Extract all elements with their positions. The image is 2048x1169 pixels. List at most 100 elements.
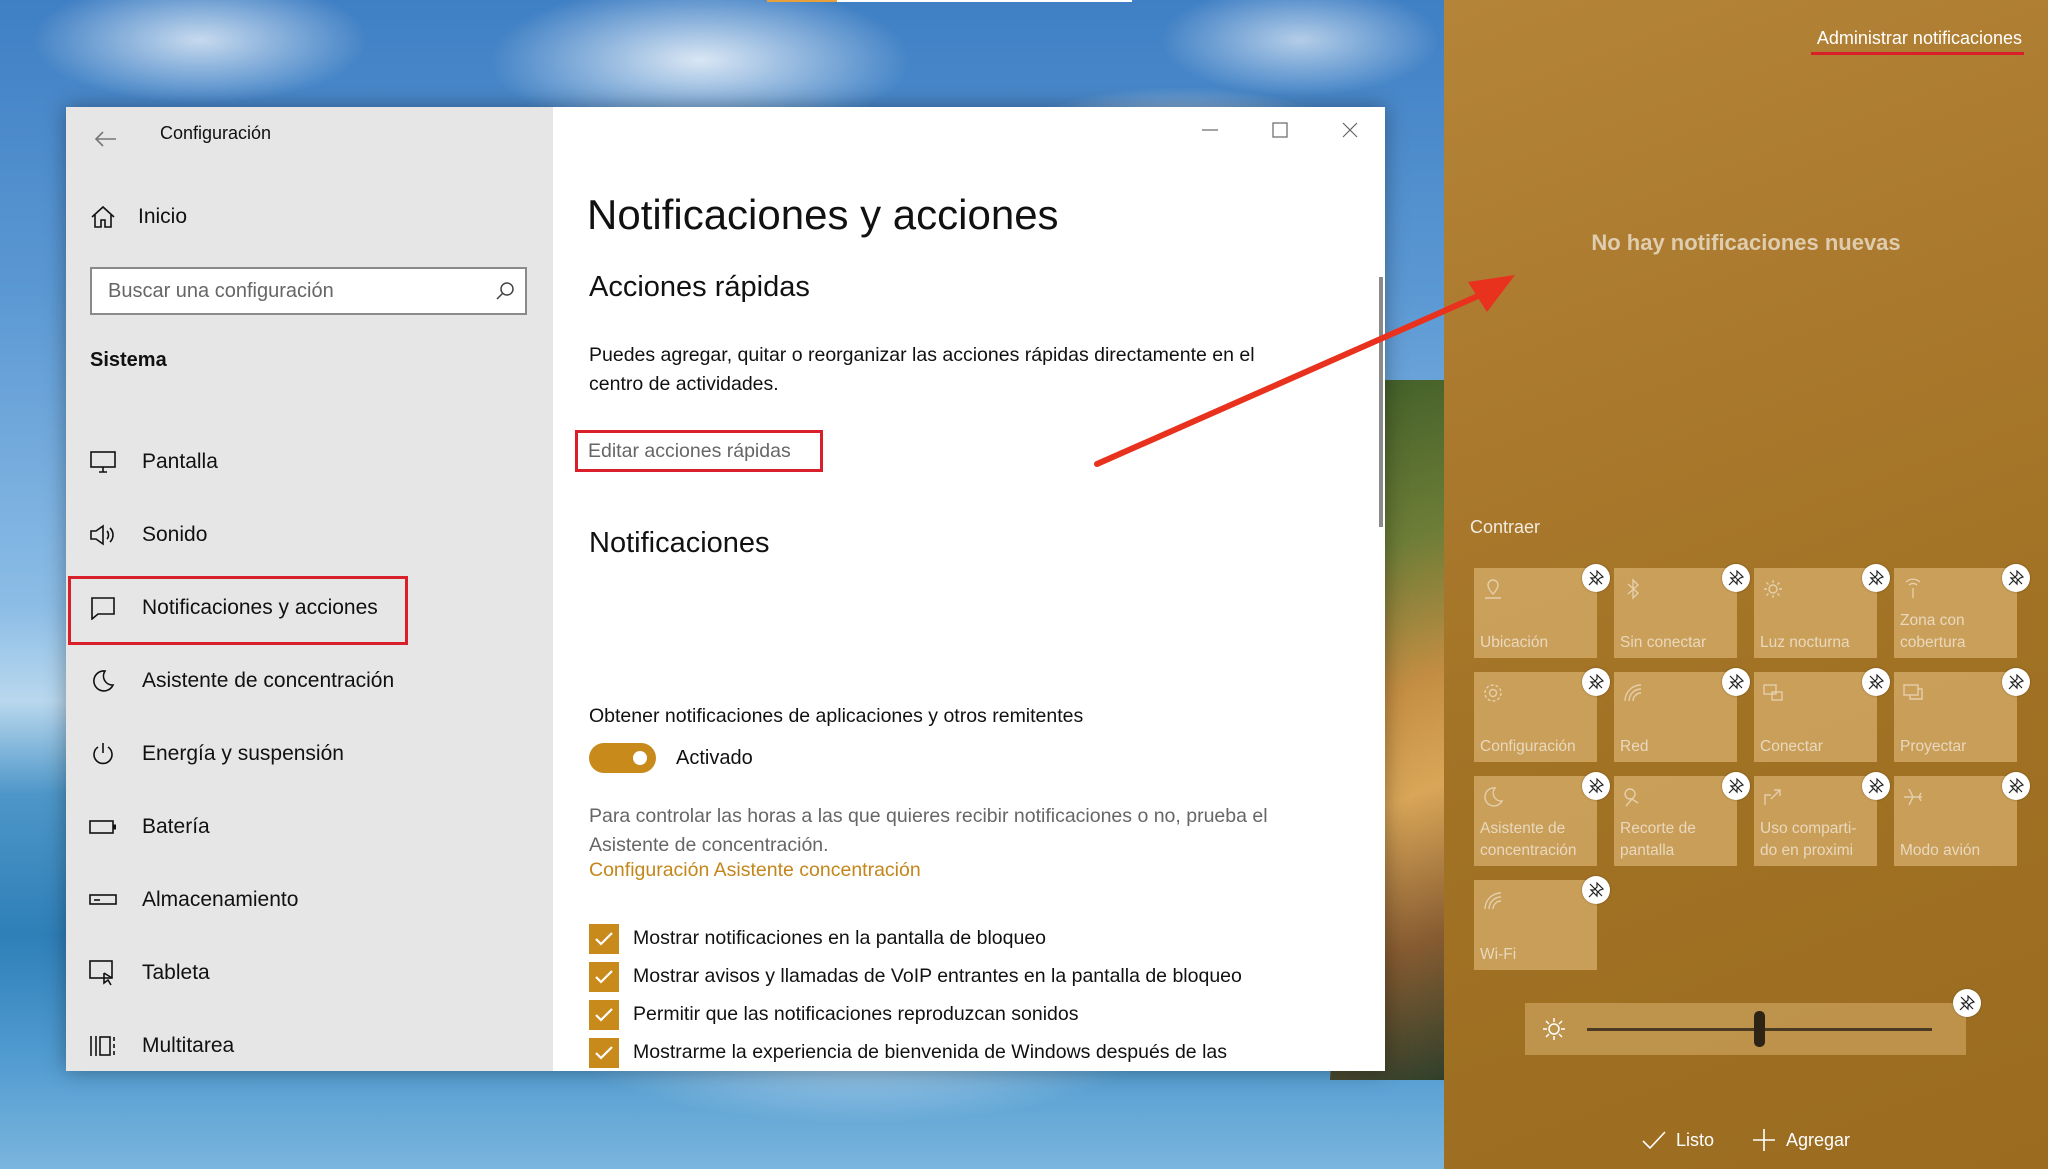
edit-quick-actions-link[interactable]: Editar acciones rápidas xyxy=(575,430,823,472)
collapse-link[interactable]: Contraer xyxy=(1470,517,1540,538)
edit-mode-actions: Listo Agregar xyxy=(1444,1128,2048,1152)
tile-label: Sin conectar xyxy=(1620,634,1707,651)
minimize-button[interactable] xyxy=(1175,107,1245,153)
brightness-slider-thumb[interactable] xyxy=(1754,1011,1765,1047)
checkbox-row[interactable]: Permitir que las notificaciones reproduz… xyxy=(589,1000,1309,1030)
quick-action-tile-conectar[interactable]: Conectar xyxy=(1754,672,1877,762)
nav-item-label: Batería xyxy=(142,814,210,838)
back-button[interactable] xyxy=(88,121,124,157)
airplane-icon xyxy=(1904,788,1922,806)
quick-action-tile-proyectar[interactable]: Proyectar xyxy=(1894,672,2017,762)
unpin-icon xyxy=(1728,674,1744,690)
notification-icon xyxy=(88,593,118,623)
nav-item-almacenamiento[interactable]: Almacenamiento xyxy=(66,863,553,936)
quick-action-tile-asistente[interactable]: Asistente de concentración xyxy=(1474,776,1597,866)
checkbox-label: Permitir que las notificaciones reproduz… xyxy=(633,1003,1079,1025)
network-icon xyxy=(1624,684,1642,702)
checkbox-row[interactable]: Mostrarme la experiencia de bienvenida d… xyxy=(589,1038,1309,1071)
nav-item-label: Multitarea xyxy=(142,1033,235,1057)
minimize-icon xyxy=(1202,129,1218,131)
quick-action-tile-uso-compartido[interactable]: Uso comparti- do en proximi xyxy=(1754,776,1877,866)
tile-label: Zona con cobertura xyxy=(1900,612,1966,651)
checkmark-icon xyxy=(595,1008,613,1022)
nav-list: Pantalla Sonido Notificaciones y accione… xyxy=(66,425,553,1071)
unpin-icon xyxy=(2008,674,2024,690)
nav-item-asistente[interactable]: Asistente de concentración xyxy=(66,644,553,717)
quick-action-tile-recorte[interactable]: Recorte de pantalla xyxy=(1614,776,1737,866)
focus-assist-link[interactable]: Configuración Asistente concentración xyxy=(589,859,921,882)
close-button[interactable] xyxy=(1315,107,1385,153)
tile-label: Conectar xyxy=(1760,738,1823,755)
search-icon[interactable] xyxy=(485,271,525,311)
unpin-button[interactable] xyxy=(1582,772,1610,800)
done-label: Listo xyxy=(1675,1129,1714,1150)
checkbox-row[interactable]: Mostrar notificaciones en la pantalla de… xyxy=(589,924,1309,954)
storage-icon xyxy=(88,885,118,915)
unpin-button[interactable] xyxy=(1953,989,1981,1017)
tile-label: Ubicación xyxy=(1480,634,1549,651)
manage-notifications-link[interactable]: Administrar notificaciones xyxy=(1810,28,2025,55)
quick-action-tile-bluetooth[interactable]: Sin conectar xyxy=(1614,568,1737,658)
unpin-button[interactable] xyxy=(1722,772,1750,800)
unpin-button[interactable] xyxy=(1582,668,1610,696)
toggle-state-label: Activado xyxy=(676,746,753,769)
unpin-button[interactable] xyxy=(1862,772,1890,800)
multitask-icon xyxy=(88,1031,118,1061)
checkbox[interactable] xyxy=(589,962,619,992)
nav-item-energia[interactable]: Energía y suspensión xyxy=(66,717,553,790)
get-notifications-label: Obtener notificaciones de aplicaciones y… xyxy=(589,705,1084,727)
unpin-button[interactable] xyxy=(2002,772,2030,800)
no-notifications-text: No hay notificaciones nuevas xyxy=(1591,230,1901,255)
done-button[interactable]: Listo xyxy=(1642,1128,1714,1152)
unpin-button[interactable] xyxy=(1582,564,1610,592)
maximize-button[interactable] xyxy=(1245,107,1315,153)
quick-action-tile-modo-avion[interactable]: Modo avión xyxy=(1894,776,2017,866)
nav-item-tableta[interactable]: Tableta xyxy=(66,936,553,1009)
quick-action-tile-wifi[interactable]: Wi-Fi xyxy=(1474,880,1597,970)
tile-label: Modo avión xyxy=(1900,842,1981,859)
checkbox-row[interactable]: Mostrar avisos y llamadas de VoIP entran… xyxy=(589,962,1309,992)
unpin-button[interactable] xyxy=(2002,668,2030,696)
nav-item-bateria[interactable]: Batería xyxy=(66,790,553,863)
search-box[interactable] xyxy=(90,267,527,315)
quick-action-tile-luz-nocturna[interactable]: Luz nocturna xyxy=(1754,568,1877,658)
unpin-button[interactable] xyxy=(1722,564,1750,592)
notifications-toggle[interactable] xyxy=(589,743,656,773)
window-controls xyxy=(1175,107,1385,153)
tile-label: Proyectar xyxy=(1900,738,1967,755)
search-input[interactable] xyxy=(92,269,485,313)
quick-action-tile-red[interactable]: Red xyxy=(1614,672,1737,762)
nav-item-label: Notificaciones y acciones xyxy=(142,595,378,619)
unpin-button[interactable] xyxy=(1862,668,1890,696)
add-button[interactable]: Agregar xyxy=(1752,1128,1850,1152)
back-arrow-icon xyxy=(95,131,116,147)
tile-label: Asistente de concentración xyxy=(1480,820,1577,859)
quick-action-tile-ubicacion[interactable]: Ubicación xyxy=(1474,568,1597,658)
unpin-button[interactable] xyxy=(2002,564,2030,592)
content-scrollbar[interactable] xyxy=(1379,277,1383,527)
quick-action-tile-configuracion[interactable]: Configuración xyxy=(1474,672,1597,762)
notification-checkboxes: Mostrar notificaciones en la pantalla de… xyxy=(589,924,1309,1071)
unpin-button[interactable] xyxy=(1582,876,1610,904)
nav-home[interactable]: Inicio xyxy=(90,197,187,237)
unpin-button[interactable] xyxy=(1862,564,1890,592)
quick-action-tile-zona-cobertura[interactable]: Zona con cobertura xyxy=(1894,568,2017,658)
checkbox[interactable] xyxy=(589,1000,619,1030)
nav-item-multitarea[interactable]: Multitarea xyxy=(66,1009,553,1071)
moon-icon xyxy=(1484,787,1504,807)
nav-item-label: Asistente de concentración xyxy=(142,668,395,692)
unpin-icon xyxy=(1868,778,1884,794)
location-icon xyxy=(1485,579,1501,599)
hotspot-icon xyxy=(1905,578,1921,598)
tablet-icon xyxy=(88,958,118,988)
nav-item-notificaciones[interactable]: Notificaciones y acciones xyxy=(66,571,553,645)
tile-label: Recorte de pantalla xyxy=(1620,820,1696,859)
checkbox[interactable] xyxy=(589,1038,619,1068)
power-icon xyxy=(88,739,118,769)
nav-item-pantalla[interactable]: Pantalla xyxy=(66,425,553,498)
checkbox-label: Mostrarme la experiencia de bienvenida d… xyxy=(633,1041,1228,1071)
focus-hint-text: Para controlar las horas a las que quier… xyxy=(589,805,1268,856)
nav-item-sonido[interactable]: Sonido xyxy=(66,498,553,571)
checkbox[interactable] xyxy=(589,924,619,954)
unpin-button[interactable] xyxy=(1722,668,1750,696)
